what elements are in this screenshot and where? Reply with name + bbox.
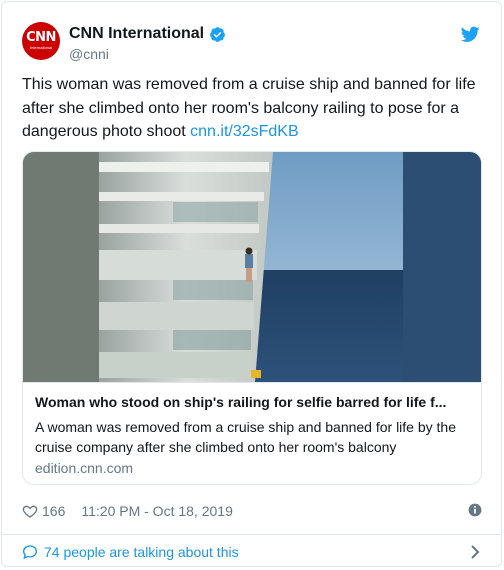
link-card[interactable]: Woman who stood on ship's railing for se… [22, 151, 482, 485]
conversation-count-label: 74 people are talking about this [44, 544, 239, 560]
avatar[interactable]: CNN International [22, 22, 60, 60]
embedded-tweet: CNN International CNN International @cnn… [1, 1, 502, 567]
divider [2, 534, 501, 535]
verified-icon [210, 26, 226, 42]
tweet-header: CNN International CNN International @cnn… [22, 22, 482, 62]
card-title[interactable]: Woman who stood on ship's railing for se… [35, 394, 471, 410]
speech-bubble-icon [22, 545, 38, 560]
conversation-link[interactable]: 74 people are talking about this [22, 540, 482, 564]
tweet-link[interactable]: cnn.it/32sFdKB [190, 123, 299, 140]
handle[interactable]: @cnni [69, 46, 109, 62]
twitter-bird-icon[interactable] [461, 26, 480, 43]
like-count: 166 [42, 503, 66, 519]
tweet-text: This woman was removed from a cruise shi… [22, 73, 492, 144]
card-description: A woman was removed from a cruise ship a… [35, 419, 456, 455]
avatar-logo-subtext: International [29, 45, 52, 50]
info-icon[interactable] [468, 503, 482, 517]
card-image [23, 152, 481, 382]
name-row: CNN International [69, 25, 226, 43]
chevron-right-icon [471, 545, 480, 559]
display-name[interactable]: CNN International [69, 25, 204, 43]
heart-icon[interactable] [22, 503, 38, 519]
card-domain: edition.cnn.com [35, 460, 134, 476]
avatar-logo-text: CNN [26, 30, 56, 45]
tweet-meta: 166 11:20 PM - Oct 18, 2019 [22, 499, 482, 523]
card-body: Woman who stood on ship's railing for se… [23, 382, 481, 484]
timestamp[interactable]: 11:20 PM - Oct 18, 2019 [81, 503, 233, 519]
